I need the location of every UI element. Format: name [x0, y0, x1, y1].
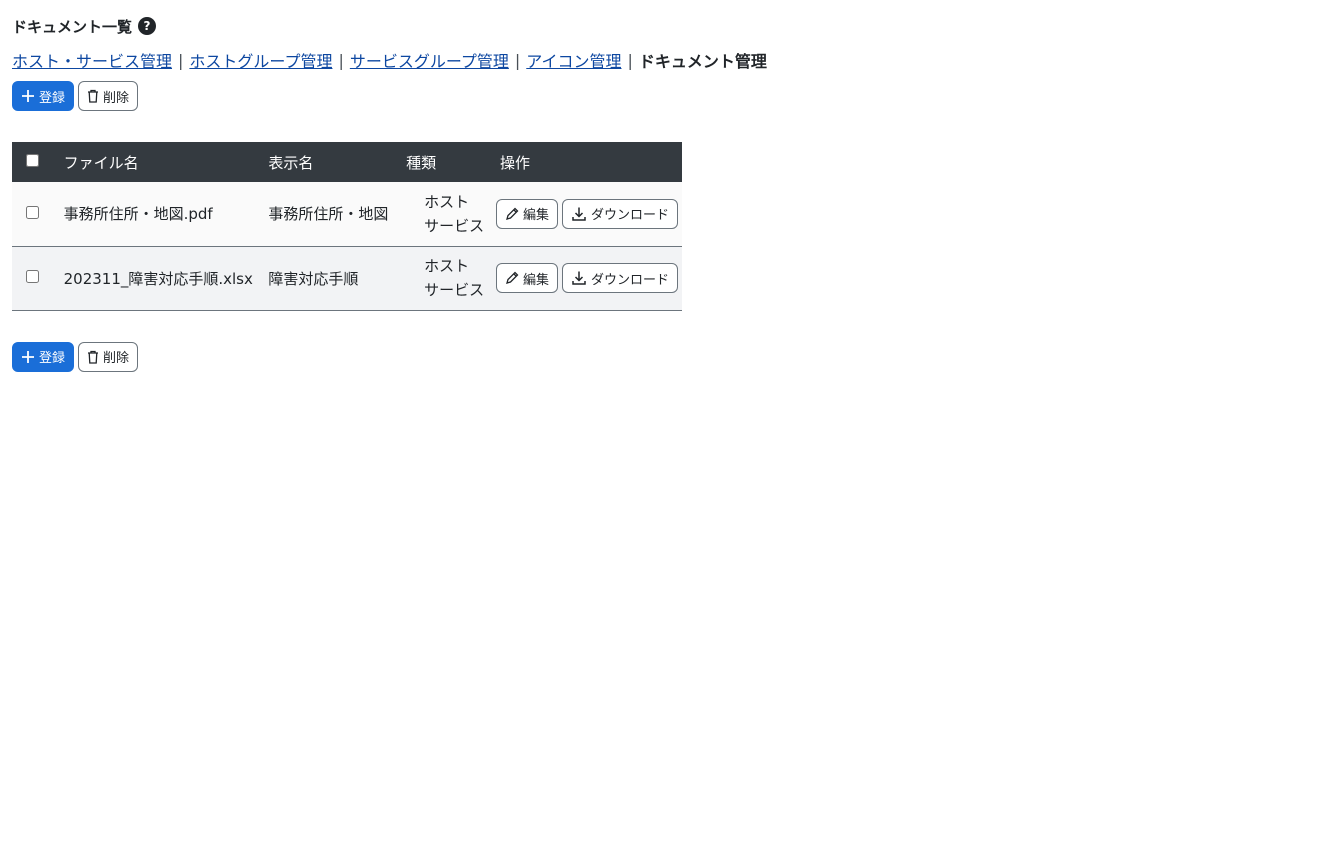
table-row: 202311_障害対応手順.xlsx 障害対応手順 ホスト サービス 編集 ダウ…	[12, 246, 682, 310]
delete-label: 削除	[103, 351, 130, 366]
file-name-cell: 事務所住所・地図.pdf	[63, 205, 213, 224]
kind-cell: ホスト サービス	[402, 246, 496, 310]
nav-link-icon[interactable]: アイコン管理	[526, 48, 621, 72]
register-label: 登録	[39, 90, 66, 106]
file-name-cell: 202311_障害対応手順.xlsx	[63, 269, 253, 288]
download-icon	[571, 270, 587, 286]
row-checkbox-cell	[12, 182, 60, 246]
edit-button[interactable]: 編集	[495, 263, 558, 293]
download-button[interactable]: ダウンロード	[561, 263, 678, 293]
delete-button-bottom[interactable]: 削除	[78, 341, 139, 372]
header-ops: 操作	[499, 153, 530, 172]
trash-icon	[87, 89, 99, 103]
row-checkbox[interactable]	[26, 270, 39, 283]
page-title: ドキュメント一覧	[12, 17, 133, 36]
select-all-checkbox[interactable]	[26, 154, 39, 167]
register-label: 登録	[39, 351, 66, 366]
plus-icon	[21, 89, 35, 103]
nav-link-service-group[interactable]: サービスグループ管理	[350, 48, 509, 72]
help-icon[interactable]: ?	[138, 17, 157, 35]
trash-icon	[87, 350, 99, 364]
header-display-name[interactable]: 表示名	[264, 142, 402, 182]
kind-service: サービス	[424, 281, 485, 299]
download-icon	[571, 206, 587, 222]
table-header-row: ファイル名 表示名 種類 操作	[12, 142, 682, 182]
nav-link-host-service[interactable]: ホスト・サービス管理	[12, 48, 172, 72]
nav-current-document: ドキュメント管理	[638, 52, 767, 71]
header-checkbox-cell	[12, 142, 60, 182]
header-file-name[interactable]: ファイル名	[60, 142, 265, 182]
nav-separator: |	[514, 50, 521, 70]
document-table: ファイル名 表示名 種類 操作 事務所住所・地図.pdf 事務所住所・地図 ホス…	[12, 142, 682, 311]
download-label: ダウンロード	[590, 208, 669, 224]
title-row: ドキュメント一覧 ?	[12, 14, 1317, 38]
download-button[interactable]: ダウンロード	[561, 198, 678, 229]
register-button-top[interactable]: 登録	[12, 81, 75, 111]
ops-cell: 編集 ダウンロード	[495, 182, 682, 246]
ops-cell: 編集 ダウンロード	[495, 246, 682, 310]
kind-host: ホスト	[424, 192, 470, 211]
display-name-cell: 事務所住所・地図	[268, 205, 389, 224]
delete-button-top[interactable]: 削除	[78, 81, 139, 111]
pencil-icon	[505, 271, 519, 285]
nav-separator: |	[178, 50, 184, 70]
table-row: 事務所住所・地図.pdf 事務所住所・地図 ホスト サービス 編集 ダウンロード	[12, 182, 682, 246]
display-name-cell: 障害対応手順	[268, 269, 359, 288]
delete-label: 削除	[103, 90, 130, 106]
pencil-icon	[505, 207, 519, 221]
register-button-bottom[interactable]: 登録	[12, 341, 75, 372]
header-kind[interactable]: 種類	[402, 142, 496, 182]
nav-separator: |	[627, 50, 633, 70]
document-table-wrap: ファイル名 表示名 種類 操作 事務所住所・地図.pdf 事務所住所・地図 ホス…	[12, 142, 682, 311]
kind-host: ホスト	[424, 257, 470, 275]
row-checkbox[interactable]	[26, 205, 39, 219]
nav-separator: |	[338, 50, 344, 70]
download-label: ダウンロード	[590, 272, 669, 288]
nav-link-host-group[interactable]: ホストグループ管理	[189, 48, 332, 72]
breadcrumb-nav: ホスト・サービス管理 | ホストグループ管理 | サービスグループ管理 | アイ…	[12, 48, 1317, 72]
row-checkbox-cell	[12, 246, 60, 310]
plus-icon	[21, 350, 35, 364]
edit-label: 編集	[522, 272, 549, 288]
edit-button[interactable]: 編集	[495, 198, 558, 229]
page: ドキュメント一覧 ? ホスト・サービス管理 | ホストグループ管理 | サービス…	[0, 0, 1329, 373]
toolbar-top: 登録 削除	[12, 80, 1317, 112]
toolbar-bottom: 登録 削除	[12, 341, 1317, 373]
edit-label: 編集	[522, 208, 549, 224]
kind-cell: ホスト サービス	[402, 182, 496, 246]
kind-service: サービス	[424, 216, 485, 235]
